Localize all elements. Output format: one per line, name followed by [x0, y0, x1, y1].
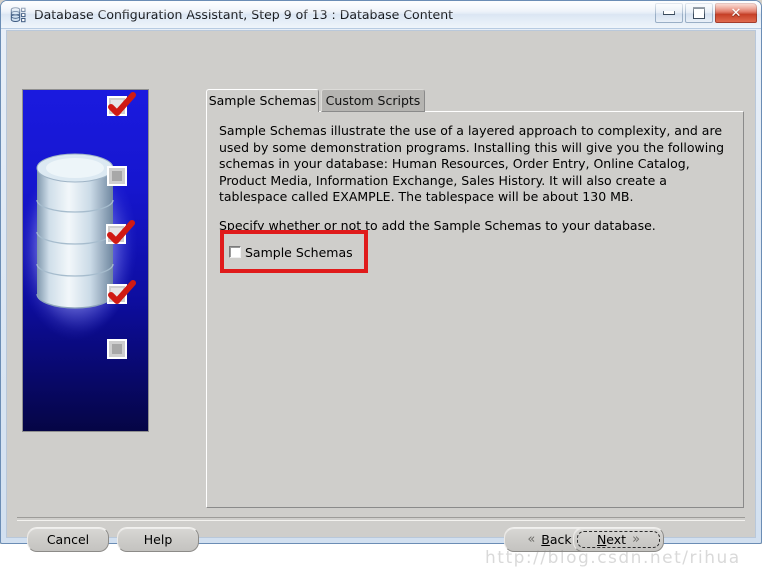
sample-schemas-checkbox-label: Sample Schemas: [245, 244, 353, 260]
minimize-button[interactable]: [655, 3, 683, 23]
application-window: Database Configuration Assistant, Step 9…: [0, 0, 762, 568]
tab-strip: Sample Schemas Custom Scripts: [206, 89, 744, 112]
cancel-button-label: Cancel: [46, 532, 90, 547]
database-icon: [10, 6, 28, 24]
maximize-button[interactable]: [685, 3, 713, 23]
tab-sample-schemas-label: Sample Schemas: [208, 93, 317, 108]
client-area: Sample Schemas Custom Scripts Sample Sch…: [6, 30, 756, 568]
minimize-icon: [656, 4, 682, 22]
client-background: Sample Schemas Custom Scripts Sample Sch…: [7, 31, 755, 568]
close-icon: ✕: [730, 5, 742, 21]
database-progress-graphic: [22, 89, 149, 432]
tab-custom-scripts[interactable]: Custom Scripts: [321, 89, 425, 112]
maximize-icon: [686, 4, 712, 22]
back-button-label: Back: [541, 532, 572, 547]
tab-custom-scripts-label: Custom Scripts: [325, 93, 421, 108]
step-marker-1: [107, 92, 136, 116]
step-marker-2: [107, 166, 127, 186]
sample-schemas-checkbox-row[interactable]: Sample Schemas: [229, 243, 353, 261]
window-title: Database Configuration Assistant, Step 9…: [34, 7, 454, 22]
chevron-left-icon: «: [527, 532, 536, 547]
footer-separator: [17, 517, 745, 521]
step-marker-5: [107, 339, 127, 359]
tab-sample-schemas[interactable]: Sample Schemas: [206, 89, 319, 112]
title-bar[interactable]: Database Configuration Assistant, Step 9…: [1, 1, 761, 29]
tab-panel: Sample Schemas illustrate the use of a l…: [206, 111, 744, 508]
sample-schemas-checkbox[interactable]: [229, 246, 241, 258]
step-marker-4: [107, 280, 136, 304]
next-button[interactable]: Next »: [573, 527, 664, 552]
schema-description-text: Sample Schemas illustrate the use of a l…: [219, 123, 725, 205]
next-button-label: Next: [596, 532, 627, 547]
help-button-label: Help: [143, 532, 173, 547]
help-button[interactable]: Help: [117, 527, 199, 552]
chevron-right-icon: »: [632, 532, 641, 547]
cancel-button[interactable]: Cancel: [27, 527, 109, 552]
close-button[interactable]: ✕: [715, 3, 757, 23]
